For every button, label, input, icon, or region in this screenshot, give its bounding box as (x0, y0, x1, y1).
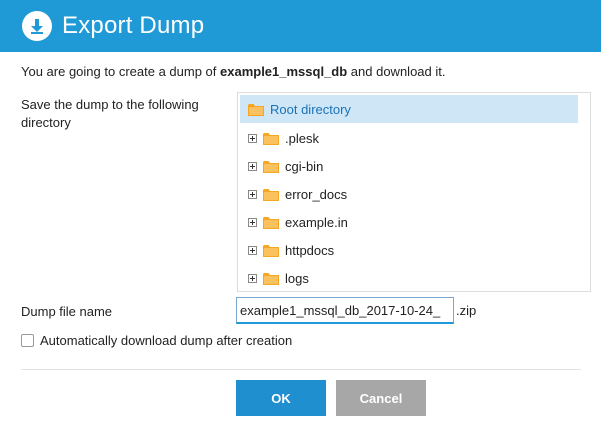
folder-icon (263, 272, 279, 285)
intro-prefix: You are going to create a dump of (21, 64, 220, 79)
tree-item[interactable]: httpdocs (248, 240, 334, 260)
tree-root-label: Root directory (270, 101, 351, 117)
tree-item[interactable]: .plesk (248, 128, 319, 148)
expand-icon[interactable] (248, 217, 257, 227)
folder-icon (263, 160, 279, 173)
directory-label: Save the dump to the following directory (21, 97, 199, 130)
tree-item-label: example.in (285, 214, 348, 230)
auto-download-checkbox[interactable] (21, 334, 34, 347)
folder-icon (263, 244, 279, 257)
folder-icon (263, 132, 279, 145)
dialog-header: Export Dump (0, 0, 601, 52)
tree-item-label: logs (285, 270, 309, 286)
folder-icon (263, 216, 279, 229)
intro-suffix: and download it. (347, 64, 446, 79)
file-extension: .zip (456, 303, 477, 318)
auto-download-row[interactable]: Automatically download dump after creati… (21, 333, 292, 348)
folder-icon (263, 188, 279, 201)
expand-icon[interactable] (248, 189, 257, 199)
tree-item-label: httpdocs (285, 242, 335, 258)
expand-icon[interactable] (248, 245, 257, 255)
auto-download-label: Automatically download dump after creati… (40, 333, 293, 348)
tree-item-label: cgi-bin (285, 158, 324, 174)
cancel-button[interactable]: Cancel (336, 380, 426, 416)
directory-tree[interactable]: Root directory .plesk cgi-bin error_docs… (237, 92, 591, 292)
database-name: example1_mssql_db (220, 64, 348, 79)
expand-icon[interactable] (248, 161, 257, 171)
dialog-title: Export Dump (62, 12, 205, 39)
tree-item-label: error_docs (285, 186, 348, 202)
dump-file-name-input[interactable] (236, 297, 454, 324)
dump-file-name-label: Dump file name (21, 304, 113, 319)
tree-item[interactable]: logs (248, 268, 309, 288)
intro-text: You are going to create a dump of exampl… (21, 64, 445, 79)
expand-icon[interactable] (248, 273, 257, 283)
tree-item[interactable]: error_docs (248, 184, 347, 204)
tree-item[interactable]: cgi-bin (248, 156, 323, 176)
download-icon (22, 11, 52, 41)
divider (21, 369, 581, 370)
folder-icon (248, 103, 264, 116)
dump-file-name-group: .zip (236, 297, 476, 324)
tree-item-label: .plesk (285, 130, 319, 146)
ok-button[interactable]: OK (236, 380, 326, 416)
expand-icon[interactable] (248, 133, 257, 143)
tree-item[interactable]: example.in (248, 212, 348, 232)
tree-root-directory[interactable]: Root directory (240, 95, 578, 123)
